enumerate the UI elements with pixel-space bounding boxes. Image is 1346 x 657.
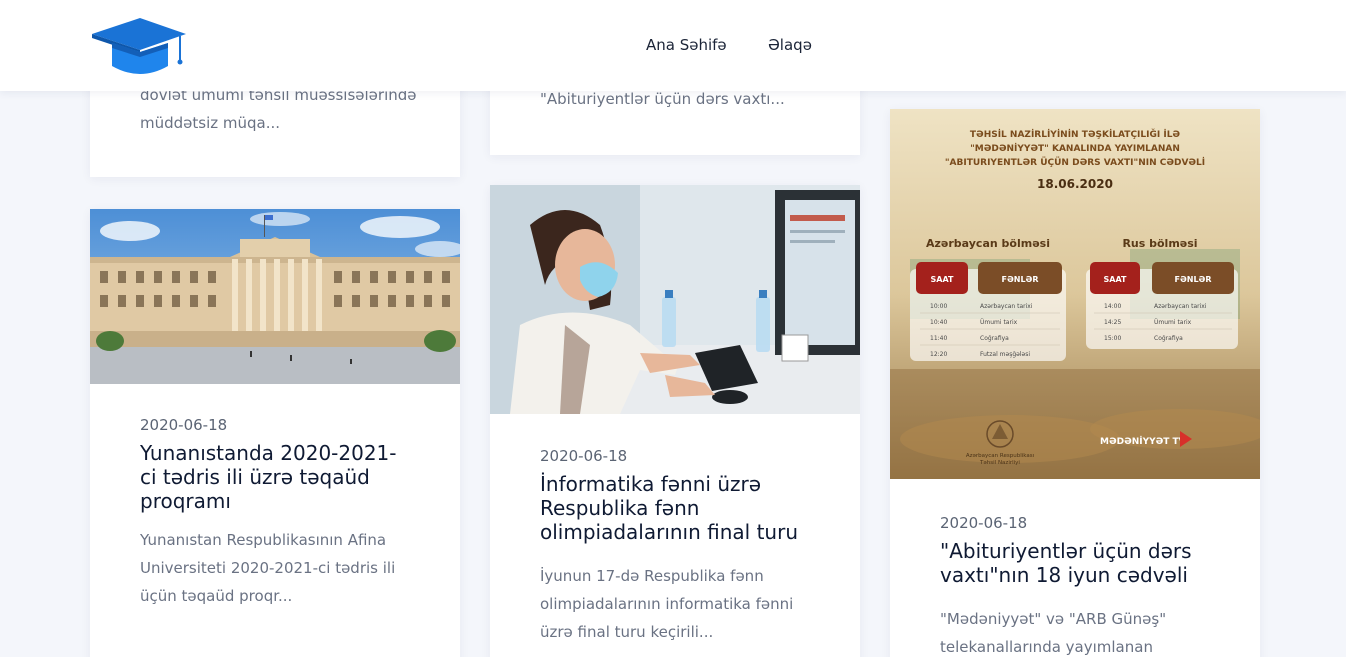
article-excerpt-line: üçün təqaüd proqr... (140, 587, 293, 605)
poster-col-subject: FƏNLƏR (1001, 275, 1038, 284)
poster-ministry-line: Təhsil Nazirliyi (979, 460, 1020, 466)
poster-channel-logo: MƏDƏNİYYƏT TV (1100, 436, 1186, 447)
article-date: 2020-06-18 (940, 514, 1028, 532)
article-title-line[interactable]: proqramı (140, 489, 430, 513)
article-date: 2020-06-18 (540, 447, 628, 465)
nav-link-home[interactable]: Ana Səhifə (646, 36, 727, 54)
poster-col-time: SAAT (931, 275, 955, 284)
article-title-line[interactable]: "Abituriyentlər üçün dərs (940, 539, 1240, 563)
poster-ru-subject: Ümumi tarix (1154, 319, 1192, 326)
article-excerpt-line: müddətsiz müqa... (140, 114, 281, 132)
article-date: 2020-06-18 (140, 416, 228, 434)
article-title-line[interactable]: İnformatika fənni üzrə (540, 472, 840, 496)
article-excerpt-line: Yunanıstan Respublikasının Afina (140, 531, 387, 549)
article-title-line[interactable]: ci tədris ili üzrə təqaüd (140, 465, 430, 489)
article-title-line[interactable]: vaxtı"nın 18 iyun cədvəli (940, 563, 1240, 587)
article-card-greece-scholarship[interactable]: 2020-06-18 Yunanıstanda 2020-2021- ci tə… (90, 209, 460, 657)
article-title-line[interactable]: Yunanıstanda 2020-2021- (140, 441, 430, 465)
student-at-computer-image[interactable] (490, 185, 860, 414)
graduation-cap-logo-icon[interactable] (90, 16, 186, 76)
poster-heading-line: "ABITURIYENTLƏR ÜÇÜN DƏRS VAXTI"NIN CƏDV… (945, 157, 1205, 168)
poster-az-subject: Coğrafiya (980, 335, 1009, 342)
poster-az-time: 11:40 (930, 335, 947, 342)
schedule-poster-image[interactable]: TƏHSİL NAZİRLİYİNİN TƏŞKİLATÇILIĞI İLƏ "… (890, 109, 1260, 479)
article-excerpt-line: Universiteti 2020-2021-ci tədris ili (140, 559, 396, 577)
poster-col-time: SAAT (1104, 275, 1128, 284)
article-excerpt-line: İyunun 17-də Respublika fənn (540, 567, 764, 585)
poster-az-subject: Ümumi tarix (980, 319, 1018, 326)
article-card-schedule[interactable]: TƏHSİL NAZİRLİYİNİN TƏŞKİLATÇILIĞI İLƏ "… (890, 109, 1260, 657)
poster-ru-time: 15:00 (1104, 335, 1121, 342)
article-title-line[interactable]: Respublika fənn (540, 496, 840, 520)
poster-heading-line: TƏHSİL NAZİRLİYİNİN TƏŞKİLATÇILIĞI İLƏ (970, 128, 1181, 140)
poster-ru-time: 14:25 (1104, 319, 1121, 326)
poster-ru-time: 14:00 (1104, 303, 1121, 310)
article-card-informatics-olympiad[interactable]: 2020-06-18 İnformatika fənni üzrə Respub… (490, 185, 860, 657)
article-excerpt-line: "Mədəniyyət" və "ARB Günəş" (940, 610, 1167, 628)
poster-az-subject: Futzal məşğələsi (980, 351, 1030, 358)
poster-ru-subject: Coğrafiya (1154, 335, 1183, 342)
poster-az-time: 10:00 (930, 303, 947, 310)
site-header: Ana Səhifə Əlaqə (0, 0, 1346, 91)
poster-section-ru: Rus bölməsi (1122, 237, 1197, 250)
article-excerpt-line: olimpiadalarının informatika fənni (540, 595, 794, 613)
greek-parliament-image[interactable] (90, 209, 460, 384)
poster-ministry-line: Azərbaycan Respublikası (966, 453, 1035, 459)
poster-date: 18.06.2020 (1037, 177, 1113, 191)
poster-ru-subject: Azərbaycan tarixi (1154, 303, 1207, 310)
poster-az-subject: Azərbaycan tarixi (980, 303, 1033, 310)
article-excerpt-line: telekanallarında yayımlanan (940, 638, 1153, 656)
nav-link-contact[interactable]: Əlaqə (768, 36, 812, 54)
poster-col-subject: FƏNLƏR (1174, 275, 1211, 284)
poster-heading-line: "MƏDƏNİYYƏT" KANALINDA YAYIMLANAN (970, 143, 1180, 154)
article-title-line[interactable]: olimpiadalarının final turu (540, 520, 840, 544)
poster-az-time: 10:40 (930, 319, 947, 326)
poster-az-time: 12:20 (930, 351, 947, 358)
article-excerpt-line: üzrə final turu keçirili... (540, 623, 714, 641)
poster-section-az: Azərbaycan bölməsi (926, 237, 1050, 250)
